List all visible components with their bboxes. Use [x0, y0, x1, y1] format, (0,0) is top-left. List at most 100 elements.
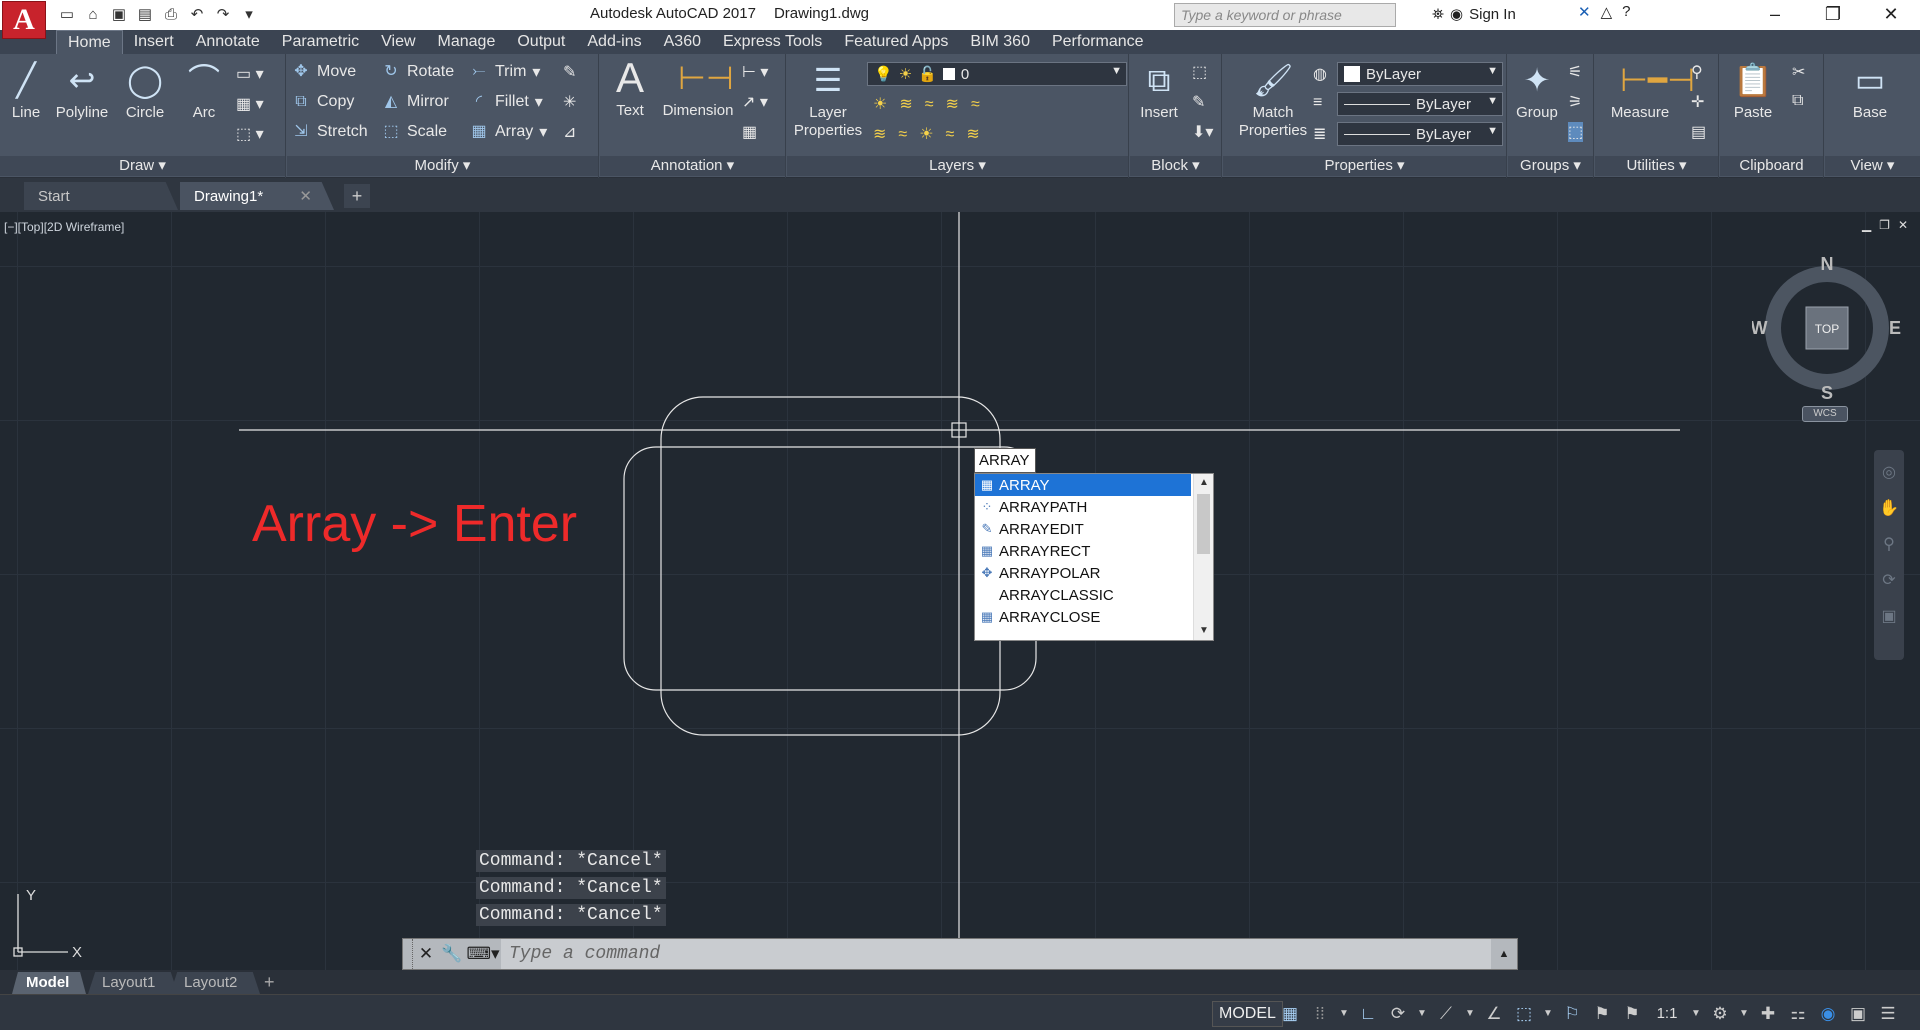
minimize-icon[interactable]: – — [1746, 0, 1804, 30]
tab-layout2[interactable]: Layout2 — [170, 972, 260, 994]
arc-button[interactable]: ⌒ Arc — [182, 60, 226, 122]
autocomplete-item-arraypath[interactable]: ⁘ ARRAYPATH — [975, 496, 1191, 518]
orbit-icon[interactable]: ⟳ — [1878, 570, 1900, 592]
prompt-icon[interactable]: ⌨▾ — [465, 939, 501, 969]
draw-panel-label[interactable]: Draw ▾ — [0, 156, 285, 176]
chevron-down-icon[interactable]: ▼ — [1338, 1001, 1350, 1027]
annotation-scale-value[interactable]: 1:1 — [1650, 1001, 1684, 1027]
drag-handle[interactable] — [403, 939, 413, 969]
group-edit-icon[interactable]: ⚞ — [1568, 92, 1582, 112]
exchange-icon[interactable]: ✕ — [1578, 3, 1591, 21]
view-panel-label[interactable]: View ▾ — [1825, 156, 1920, 176]
osnap-icon[interactable]: ⬚ — [1512, 1001, 1536, 1027]
erase-icon[interactable]: ✎ — [563, 62, 576, 82]
compass-north[interactable]: N — [1821, 254, 1834, 274]
layer-dropdown[interactable]: 💡 ☀ 🔓 0 ▼ — [867, 62, 1127, 86]
tab-parametric[interactable]: Parametric — [271, 30, 370, 54]
chevron-up-icon[interactable]: ▲ — [1491, 939, 1517, 969]
viewcube-top[interactable]: TOP — [1815, 322, 1839, 336]
autocomplete-item-arrayrect[interactable]: ▦ ARRAYRECT — [975, 540, 1191, 562]
tab-manage[interactable]: Manage — [427, 30, 507, 54]
menu-icon[interactable]: ☰ — [1876, 1001, 1900, 1027]
move-button[interactable]: ✥ Move — [291, 62, 356, 82]
line-button[interactable]: ╱ Line — [6, 60, 46, 122]
create-block-icon[interactable]: ⬚ — [1192, 62, 1207, 82]
tab-view[interactable]: View — [370, 30, 426, 54]
autocomplete-scrollbar[interactable]: ▲ ▼ — [1193, 474, 1213, 640]
polyline-button[interactable]: ↩ Polyline — [52, 60, 112, 122]
restore-icon[interactable]: ❐ — [1804, 0, 1862, 30]
open-icon[interactable]: ⌂ — [82, 4, 104, 26]
close-icon[interactable]: ✕ — [1862, 0, 1920, 30]
autocomplete-item-array[interactable]: ▦ ARRAY — [975, 474, 1191, 496]
cut-icon[interactable]: ✂ — [1792, 62, 1805, 82]
tab-layout1[interactable]: Layout1 — [88, 972, 178, 994]
annotation-visibility-icon[interactable]: ⚐ — [1560, 1001, 1584, 1027]
tab-a360[interactable]: A360 — [653, 30, 712, 54]
properties-panel-label[interactable]: Properties ▾ — [1223, 156, 1506, 176]
match-properties-button[interactable]: 🖌 Match Properties — [1235, 60, 1311, 140]
chevron-down-icon[interactable]: ▼ — [1416, 1001, 1428, 1027]
trim-button[interactable]: ⤚ Trim ▾ — [469, 62, 541, 82]
stretch-button[interactable]: ⇲ Stretch — [291, 122, 367, 142]
add-layout-button[interactable]: + — [264, 972, 275, 993]
gear-icon[interactable]: ⚙ — [1708, 1001, 1732, 1027]
autocomplete-item-arrayclose[interactable]: ▦ ARRAYCLOSE — [975, 606, 1191, 628]
leader-icon[interactable]: ↗ ▾ — [742, 92, 768, 112]
dynamic-input[interactable]: ARRAY — [974, 448, 1036, 473]
fillet-button[interactable]: ◜ Fillet ▾ — [469, 92, 543, 112]
isodraft-icon[interactable]: ⟋ — [1434, 1001, 1458, 1027]
search-input[interactable]: Type a keyword or phrase — [1174, 3, 1396, 27]
base-button[interactable]: ▭ Base — [1845, 60, 1895, 122]
point-icon[interactable]: ✛ — [1691, 92, 1704, 112]
offset-icon[interactable]: ⊿ — [563, 122, 576, 142]
new-tab-button[interactable]: + — [344, 184, 370, 208]
modify-panel-label[interactable]: Modify ▾ — [287, 156, 598, 176]
quick-select-icon[interactable]: ⚲ — [1691, 62, 1703, 82]
help-icon[interactable]: ? — [1622, 3, 1630, 21]
compass-south[interactable]: S — [1821, 383, 1833, 403]
annotation-panel-label[interactable]: Annotation ▾ — [600, 156, 785, 176]
zoom-icon[interactable]: ⚲ — [1878, 534, 1900, 556]
close-icon[interactable]: ✕ — [413, 939, 439, 969]
plot-icon[interactable]: ⎙ — [160, 4, 182, 26]
mirror-button[interactable]: ◭ Mirror — [381, 92, 449, 112]
rectangle-icon[interactable]: ▭ ▾ — [236, 64, 264, 84]
utilities-panel-label[interactable]: Utilities ▾ — [1595, 156, 1718, 176]
rotate-button[interactable]: ↻ Rotate — [381, 62, 454, 82]
showmotion-icon[interactable]: ▣ — [1878, 606, 1900, 628]
new-icon[interactable]: ▭ — [56, 4, 78, 26]
color-dropdown[interactable]: ByLayer ▼ — [1337, 62, 1503, 86]
tab-model[interactable]: Model — [12, 972, 86, 994]
chevron-down-icon[interactable]: ▼ — [1542, 1001, 1554, 1027]
measure-button[interactable]: ⊢━⊣ Measure — [1605, 60, 1695, 122]
autocomplete-item-arrayedit[interactable]: ✎ ARRAYEDIT — [975, 518, 1191, 540]
ortho-icon[interactable]: ∟ — [1356, 1001, 1380, 1027]
tab-performance[interactable]: Performance — [1041, 30, 1155, 54]
drawing-canvas[interactable]: [−][Top][2D Wireframe] ▁ ❐ ✕ Array -> En… — [0, 212, 1920, 970]
lineweight-dropdown[interactable]: ByLayer ▼ — [1337, 122, 1503, 146]
osnap-tracking-icon[interactable]: ∠ — [1482, 1001, 1506, 1027]
compass-west[interactable]: W — [1752, 318, 1768, 338]
group-button[interactable]: ✦ Group — [1510, 60, 1564, 122]
model-space-button[interactable]: MODEL — [1212, 1001, 1283, 1027]
application-menu-button[interactable]: A — [2, 1, 46, 39]
layer-tools-row2[interactable]: ≋≈☀≈≋ — [873, 124, 992, 144]
sign-in-button[interactable]: ⛯ ◉ Sign In — [1432, 5, 1516, 24]
tab-annotate[interactable]: Annotate — [185, 30, 271, 54]
scroll-thumb[interactable] — [1197, 494, 1210, 554]
undo-icon[interactable]: ↶ — [186, 4, 208, 26]
viewcube[interactable]: TOP N S E W — [1752, 254, 1902, 404]
explode-icon[interactable]: ✳ — [563, 92, 576, 112]
hardware-acceleration-icon[interactable]: ◉ — [1816, 1001, 1840, 1027]
group-select-icon[interactable]: ⬚ — [1568, 122, 1584, 142]
ungroup-icon[interactable]: ⚟ — [1568, 62, 1582, 82]
autocomplete-item-arraypolar[interactable]: ✥ ARRAYPOLAR — [975, 562, 1191, 584]
redo-icon[interactable]: ↷ — [212, 4, 234, 26]
block-panel-label[interactable]: Block ▾ — [1130, 156, 1221, 176]
close-icon[interactable]: ✕ — [299, 187, 312, 205]
annotation-autoscale-icon[interactable]: ⚑ — [1590, 1001, 1614, 1027]
units-icon[interactable]: ⚏ — [1786, 1001, 1810, 1027]
a360-icon[interactable]: △ — [1601, 3, 1613, 21]
linetype-dropdown[interactable]: ByLayer ▼ — [1337, 92, 1503, 116]
